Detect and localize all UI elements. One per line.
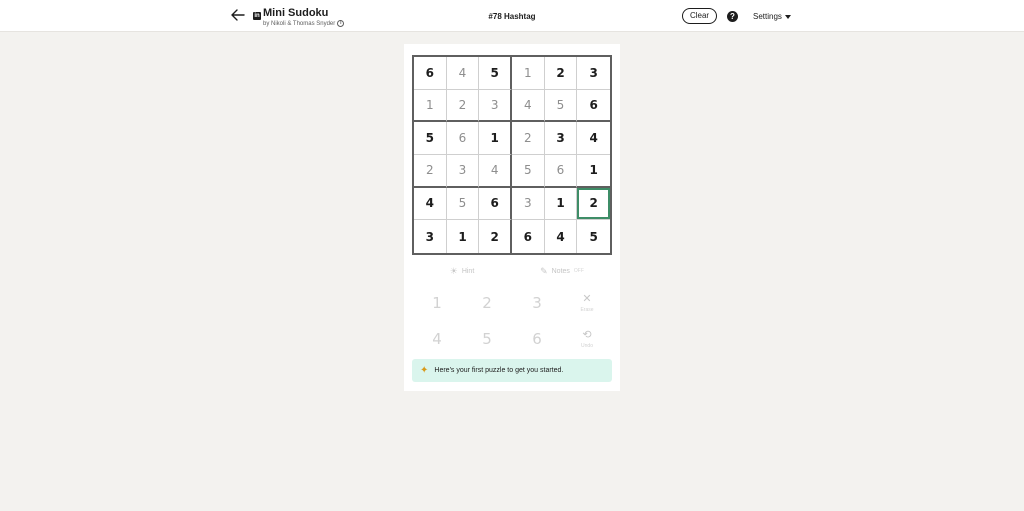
sudoku-cell-r3-c5[interactable]: 3	[544, 122, 578, 155]
sudoku-cell-r6-c4[interactable]: 6	[512, 220, 545, 253]
number-key-4[interactable]: 4	[412, 321, 462, 357]
sudoku-cell-r1-c2[interactable]: 4	[446, 57, 480, 90]
erase-label: Erase	[580, 306, 594, 313]
sudoku-cell-r3-c6[interactable]: 4	[577, 122, 610, 155]
tip-banner: ✦ Here's your first puzzle to get you st…	[412, 359, 612, 382]
sudoku-cell-r6-c6[interactable]: 5	[577, 220, 610, 253]
notes-state: OFF	[573, 268, 584, 274]
sudoku-cell-r5-c3[interactable]: 6	[479, 187, 512, 221]
sudoku-cell-r4-c6[interactable]: 1	[577, 155, 610, 188]
hint-button[interactable]: ☀ Hint	[412, 263, 512, 279]
sudoku-cell-r5-c2[interactable]: 5	[446, 187, 480, 221]
sudoku-cell-r2-c2[interactable]: 2	[446, 89, 480, 123]
number-pad: 1 2 3 ✕ Erase 4 5 6 ⟲ Undo	[412, 285, 612, 357]
sudoku-cell-r3-c4[interactable]: 2	[512, 122, 545, 155]
notes-label: Notes	[551, 267, 570, 275]
sudoku-cell-r6-c2[interactable]: 1	[446, 220, 480, 253]
sudoku-cell-r1-c1[interactable]: 6	[414, 57, 447, 90]
byline: by Nikoli & Thomas Snyder i	[263, 20, 345, 27]
sudoku-cell-r2-c4[interactable]: 4	[512, 89, 545, 123]
number-key-6[interactable]: 6	[512, 321, 562, 357]
sudoku-cell-r5-c4[interactable]: 3	[512, 187, 545, 221]
sudoku-cell-r6-c5[interactable]: 4	[544, 220, 578, 253]
sudoku-cell-r1-c4[interactable]: 1	[512, 57, 545, 90]
erase-button[interactable]: ✕ Erase	[562, 285, 612, 321]
party-popper-icon: ✦	[420, 365, 429, 376]
sudoku-cell-r2-c3[interactable]: 3	[479, 89, 512, 123]
settings-menu[interactable]: Settings	[753, 12, 791, 21]
sudoku-cell-r6-c3[interactable]: 2	[479, 220, 512, 253]
sudoku-cell-r5-c1[interactable]: 4	[414, 187, 447, 221]
number-key-1[interactable]: 1	[412, 285, 462, 321]
sudoku-cell-r5-c5[interactable]: 1	[544, 187, 578, 221]
sudoku-cell-r4-c2[interactable]: 3	[446, 155, 480, 188]
sudoku-cell-r1-c5[interactable]: 2	[544, 57, 578, 90]
number-key-3[interactable]: 3	[512, 285, 562, 321]
lightbulb-icon: ☀	[449, 265, 458, 276]
undo-button[interactable]: ⟲ Undo	[562, 321, 612, 357]
info-icon[interactable]: i	[337, 20, 345, 27]
sudoku-cell-r2-c1[interactable]: 1	[414, 89, 447, 123]
game-title: Mini Sudoku	[263, 7, 329, 19]
sudoku-cell-r3-c2[interactable]: 6	[446, 122, 480, 155]
undo-icon: ⟲	[582, 328, 592, 341]
sudoku-cell-r2-c6[interactable]: 6	[577, 89, 610, 123]
hint-label: Hint	[461, 267, 475, 275]
undo-label: Undo	[581, 342, 593, 349]
byline-text: by Nikoli & Thomas Snyder	[263, 20, 336, 27]
tool-bar: ☀ Hint ✎ Notes OFF	[412, 263, 612, 279]
settings-label: Settings	[753, 12, 782, 21]
sudoku-cell-r4-c1[interactable]: 2	[414, 155, 447, 188]
number-key-5[interactable]: 5	[462, 321, 512, 357]
notes-toggle[interactable]: ✎ Notes OFF	[512, 263, 612, 279]
tip-text: Here's your first puzzle to get you star…	[434, 367, 564, 374]
linkedin-icon: in	[253, 12, 261, 20]
sudoku-cell-r5-c6[interactable]: 2	[577, 187, 610, 221]
sudoku-cell-r3-c1[interactable]: 5	[414, 122, 447, 155]
game-panel: 645123123456561234234561456312312645 ☀ H…	[404, 44, 620, 391]
sudoku-cell-r4-c4[interactable]: 5	[512, 155, 545, 188]
back-arrow-icon[interactable]	[229, 6, 247, 24]
sudoku-cell-r2-c5[interactable]: 5	[544, 89, 578, 123]
number-key-2[interactable]: 2	[462, 285, 512, 321]
puzzle-name: #78 Hashtag	[488, 12, 536, 21]
pencil-icon: ✎	[540, 265, 548, 276]
chevron-down-icon	[784, 14, 791, 19]
sudoku-grid: 645123123456561234234561456312312645	[412, 55, 612, 255]
help-icon[interactable]: ?	[727, 11, 738, 22]
sudoku-cell-r3-c3[interactable]: 1	[479, 122, 512, 155]
clear-button[interactable]: Clear	[682, 8, 717, 24]
sudoku-cell-r4-c3[interactable]: 4	[479, 155, 512, 188]
close-icon: ✕	[582, 292, 592, 305]
sudoku-cell-r4-c5[interactable]: 6	[544, 155, 578, 188]
sudoku-cell-r1-c3[interactable]: 5	[479, 57, 512, 90]
top-bar: in Mini Sudoku by Nikoli & Thomas Snyder…	[0, 0, 1024, 32]
sudoku-cell-r1-c6[interactable]: 3	[577, 57, 610, 90]
sudoku-cell-r6-c1[interactable]: 3	[414, 220, 447, 253]
